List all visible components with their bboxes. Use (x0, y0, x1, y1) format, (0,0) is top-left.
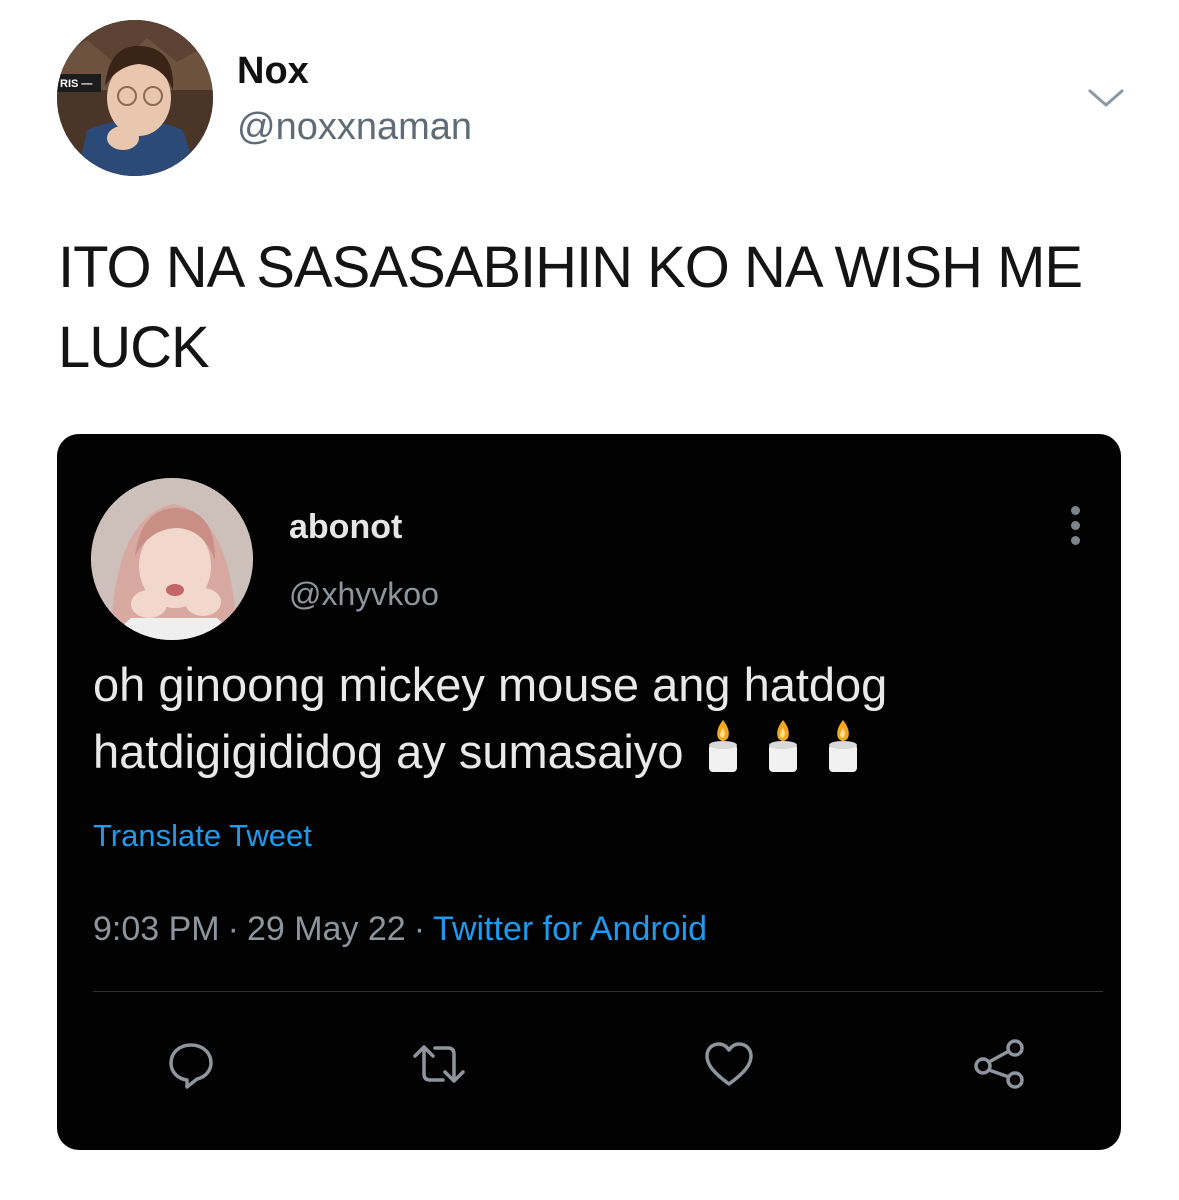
candle-emojis (701, 718, 881, 791)
svg-text:RIS —: RIS — (60, 78, 92, 90)
retweet-button (409, 1034, 469, 1094)
chevron-down-icon[interactable] (1086, 86, 1126, 110)
quoted-author-handle: @xhyvkoo (289, 576, 439, 612)
tweet-date: 29 May 22 (246, 910, 406, 948)
quoted-author-avatar (91, 478, 253, 640)
translate-tweet-link: Translate Tweet (93, 818, 312, 853)
divider (93, 991, 1103, 992)
more-vertical-icon (1065, 506, 1085, 550)
reply-icon (169, 1043, 213, 1089)
tweet-text: ITO NA SASASABIHIN KO NA WISH ME LUCK (58, 235, 1083, 380)
tweet-page: RIS — Nox @noxxnaman ITO NA SASASABIHIN … (0, 0, 1179, 1200)
meta-separator: · (227, 910, 239, 948)
quoted-author-display-name: abonot (289, 508, 403, 546)
quoted-tweet-text: oh ginoong mickey mouse ang hatdog hatdi… (93, 652, 1103, 791)
author-handle[interactable]: @noxxnaman (237, 106, 472, 149)
author-avatar[interactable]: RIS — (57, 20, 213, 176)
share-icon (974, 1039, 1024, 1089)
tweet-source: Twitter for Android (433, 910, 708, 948)
share-button (969, 1034, 1029, 1094)
tweet-metadata: 9:03 PM · 29 May 22 · Twitter for Android (93, 910, 707, 949)
like-icon (705, 1042, 753, 1086)
meta-separator: · (413, 910, 426, 948)
candle-icon (829, 720, 858, 772)
candle-icon (769, 720, 798, 772)
author-display-name[interactable]: Nox (237, 50, 309, 93)
candle-icon (709, 720, 738, 772)
tweet-time: 9:03 PM (93, 910, 220, 948)
like-button (699, 1034, 759, 1094)
quoted-tweet-screenshot: abonot @xhyvkoo oh ginoong mickey mouse … (57, 434, 1121, 1150)
reply-button (161, 1034, 221, 1094)
retweet-icon (413, 1045, 465, 1083)
